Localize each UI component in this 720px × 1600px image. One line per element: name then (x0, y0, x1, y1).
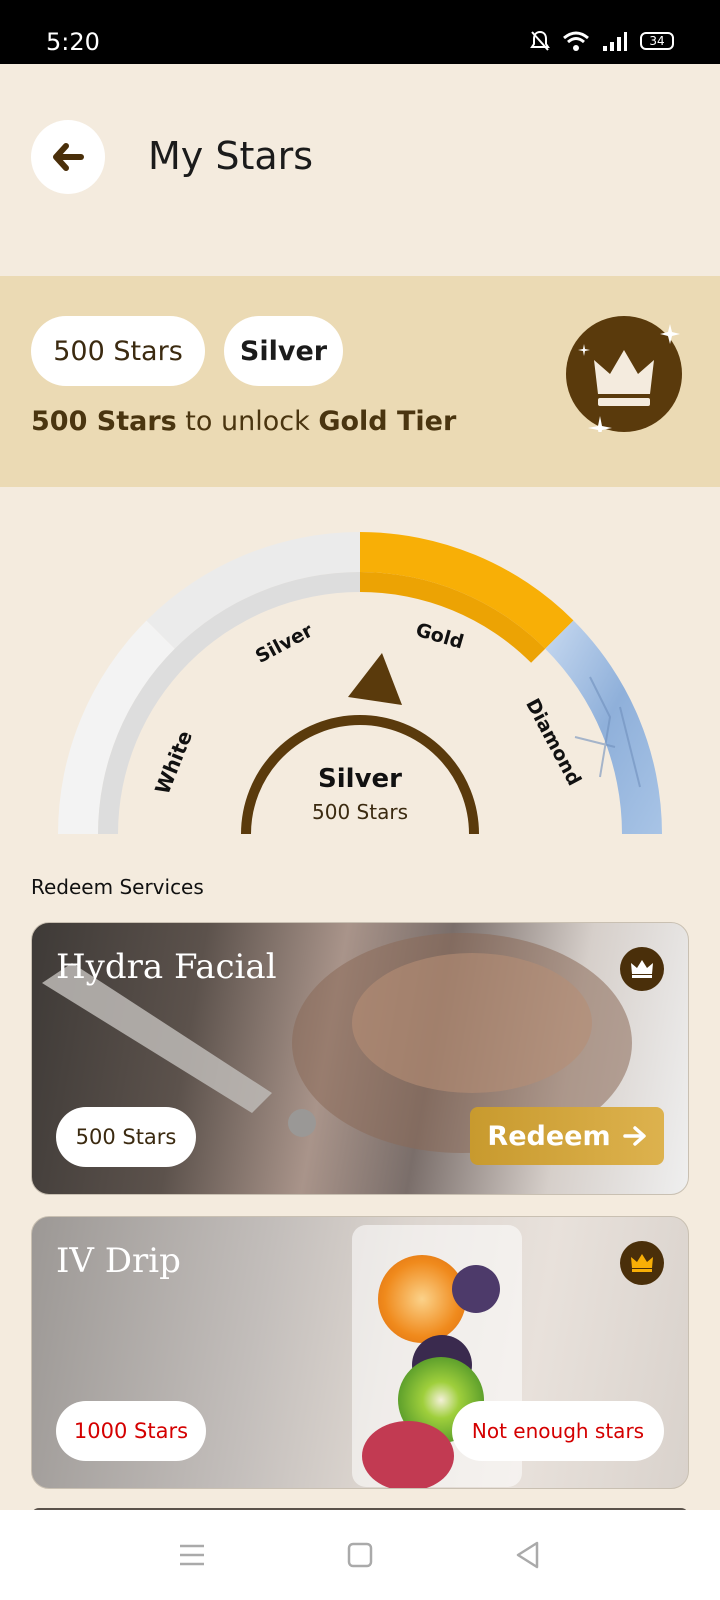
stars-balance-pill: 500 Stars (31, 316, 205, 386)
not-enough-stars-label: Not enough stars (452, 1401, 664, 1461)
status-time: 5:20 (46, 28, 100, 56)
redeem-label: Redeem (487, 1120, 611, 1152)
gauge-segment-diamond (545, 620, 662, 834)
tier-crown-badge (620, 1241, 664, 1285)
system-nav-bar (0, 1510, 720, 1600)
back-icon[interactable] (515, 1541, 541, 1569)
gauge-label-white: White (150, 727, 197, 797)
gauge-label-silver: Silver (252, 619, 317, 668)
service-title: IV Drip (56, 1241, 181, 1281)
crown-badge (566, 316, 682, 440)
crown-icon (631, 960, 653, 978)
battery-icon: 34 (640, 32, 674, 50)
back-button[interactable] (31, 120, 105, 194)
crown-icon (631, 1254, 653, 1272)
unlock-message: 500 Stars to unlock Gold Tier (31, 406, 456, 437)
home-icon[interactable] (347, 1542, 373, 1568)
service-card-hydra-facial[interactable]: Hydra Facial 500 Stars Redeem (31, 922, 689, 1195)
gauge-segment-silver-inner (98, 572, 360, 834)
signal-icon (603, 32, 627, 51)
status-bar: 5:20 34 (0, 0, 720, 64)
back-arrow-icon (53, 143, 84, 171)
gauge-label-diamond: Diamond (521, 695, 585, 789)
mute-icon (530, 30, 550, 51)
orange-slice (378, 1255, 466, 1343)
gauge-current-stars: 500 Stars (312, 800, 408, 824)
tier-gauge: White Silver Gold Diamond Silver 500 Sta… (58, 532, 662, 835)
crown-icon (578, 324, 680, 440)
service-stars-cost: 500 Stars (56, 1107, 196, 1167)
menu-icon[interactable] (179, 1543, 205, 1567)
gauge-current-tier: Silver (318, 764, 402, 794)
section-title: Redeem Services (31, 875, 204, 899)
unlock-stars: 500 Stars (31, 406, 177, 437)
service-card-iv-drip[interactable]: IV Drip 1000 Stars Not enough stars (31, 1216, 689, 1489)
plum (452, 1265, 500, 1313)
page-title: My Stars (148, 134, 314, 178)
tier-panel: 500 Stars Silver 500 Stars to unlock Gol… (0, 276, 720, 487)
tier-crown-badge (620, 947, 664, 991)
wifi-icon (563, 31, 589, 51)
header: My Stars (0, 64, 720, 276)
current-tier-pill: Silver (224, 316, 343, 386)
status-icons: 34 (530, 30, 674, 52)
unlock-middle: to unlock (176, 406, 319, 437)
redeem-button[interactable]: Redeem (470, 1107, 664, 1165)
unlock-tier: Gold Tier (318, 406, 457, 437)
apple (362, 1421, 454, 1488)
arrow-right-icon (622, 1126, 646, 1146)
service-stars-cost: 1000 Stars (56, 1401, 206, 1461)
gauge-label-gold: Gold (413, 619, 466, 654)
gauge-needle-pointer (348, 653, 402, 705)
service-title: Hydra Facial (56, 947, 277, 987)
